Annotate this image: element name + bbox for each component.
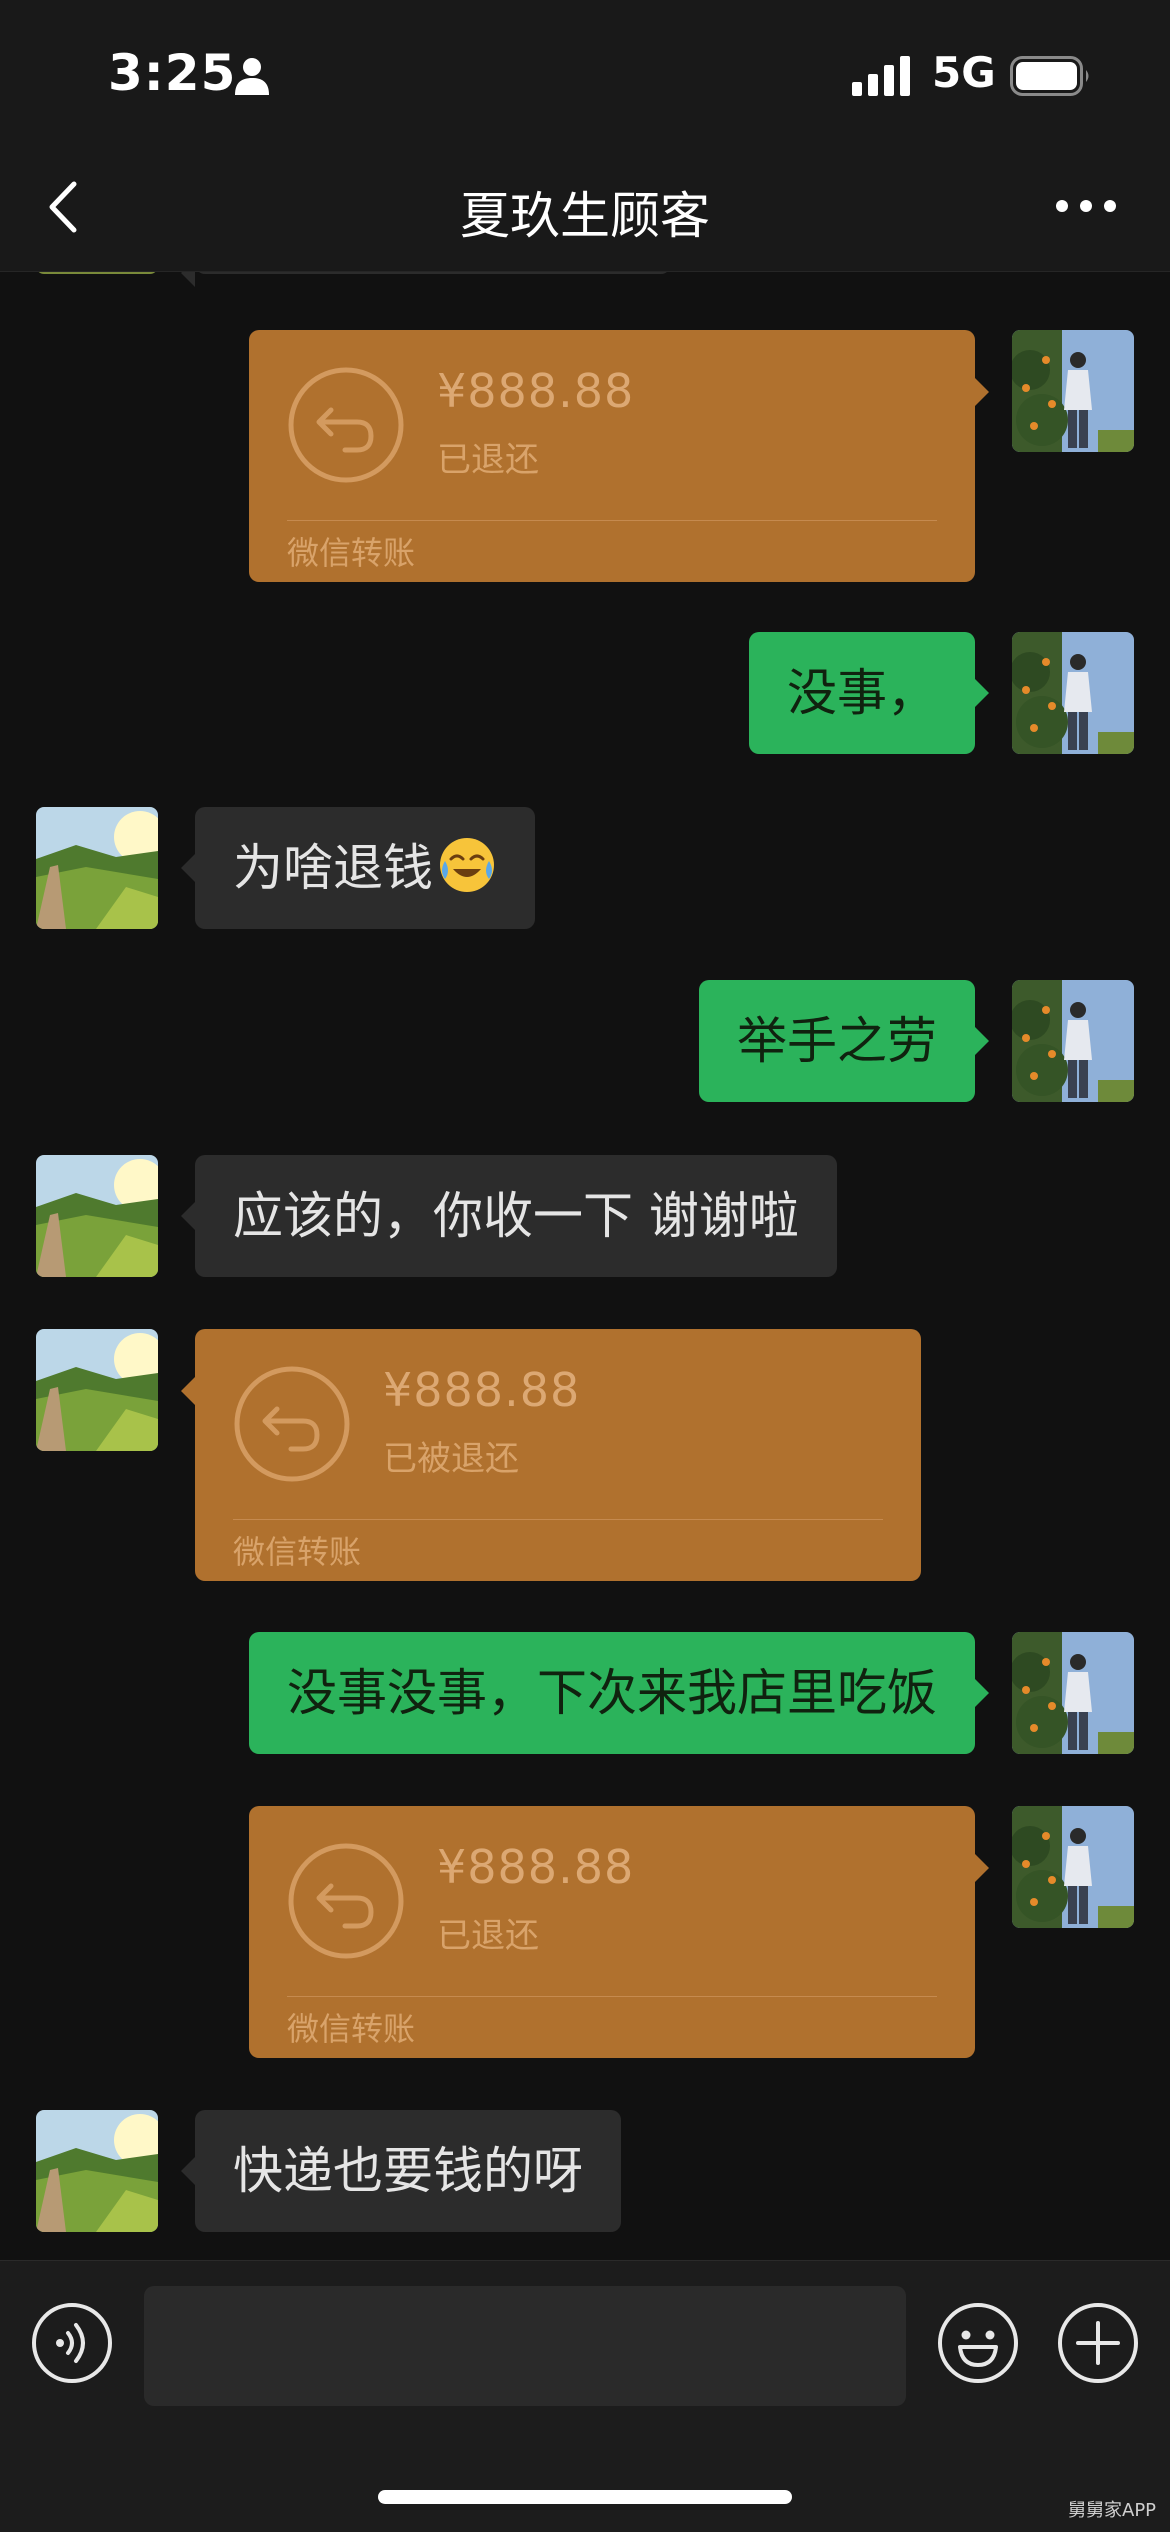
avatar-orchard-image [1012,1632,1134,1754]
message-row: ¥888.88 已被退还 微信转账 [0,1329,1170,1581]
transfer-status: 已退还 [437,440,539,480]
avatar-self[interactable] [1012,1806,1134,1928]
transfer-amount: ¥888.88 [437,364,635,418]
signal-icon [852,56,910,96]
message-row: 应该的，你收一下 谢谢啦 [0,1155,1170,1277]
message-bubble-outgoing[interactable]: 举手之劳 [699,980,989,1102]
transfer-footer: 微信转账 [287,534,416,572]
message-bubble-incoming[interactable]: 应该的，你收一下 谢谢啦 [181,1155,837,1277]
plus-icon[interactable] [1056,2301,1140,2385]
avatar-self[interactable] [1012,980,1134,1102]
transfer-footer: 微信转账 [287,2010,416,2048]
avatar-landscape-image [36,2110,158,2232]
message-text: 为啥退钱 [233,839,433,897]
voice-icon[interactable] [30,2301,114,2385]
transfer-divider [233,1519,883,1520]
message-row: 没事没事，下次来我店里吃饭 [0,1632,1170,1754]
crying-laughing-emoji-icon [440,838,494,892]
avatar-contact[interactable] [36,272,158,274]
nav-bar: 夏玖生顾客 [0,150,1170,272]
avatar-self[interactable] [1012,330,1134,452]
transfer-status: 已被退还 [383,1439,519,1479]
avatar-landscape-image [36,807,158,929]
transfer-footer: 微信转账 [233,1533,362,1571]
message-bubble-incoming[interactable]: 为啥退钱 [181,807,535,929]
avatar-contact[interactable] [36,807,158,929]
message-row-partial [0,272,1170,287]
avatar-orchard-image [1012,632,1134,754]
avatar-landscape-image [36,272,158,274]
avatar-self[interactable] [1012,1632,1134,1754]
avatar-contact[interactable] [36,1155,158,1277]
transfer-card[interactable]: ¥888.88 已退还 微信转账 [249,330,989,582]
transfer-card[interactable]: ¥888.88 已退还 微信转账 [249,1806,989,2058]
home-indicator [378,2490,792,2504]
more-dots-icon[interactable] [1046,180,1126,232]
message-row: 没事， [0,632,1170,754]
transfer-status: 已退还 [437,1916,539,1956]
message-bubble-outgoing[interactable]: 没事， [749,632,989,754]
refund-icon [234,1366,350,1482]
avatar-landscape-image [36,1155,158,1277]
person-icon [235,58,269,95]
watermark: 舅舅家APP [1068,2500,1157,2521]
message-bubble-outgoing[interactable]: 没事没事，下次来我店里吃饭 [249,1632,989,1754]
message-bubble-incoming[interactable]: 快递也要钱的呀 [181,2110,621,2232]
network-label: 5G [932,48,996,97]
message-row: 举手之劳 [0,980,1170,1102]
status-time: 3:25 [108,44,237,102]
transfer-divider [287,1996,937,1997]
refund-icon [288,1843,404,1959]
message-row: ¥888.88 已退还 微信转账 [0,330,1170,582]
message-bubble-partial [181,272,671,287]
status-bar: 3:25 5G [0,0,1170,150]
avatar-orchard-image [1012,330,1134,452]
message-row: 快递也要钱的呀 [0,2110,1170,2232]
message-row: ¥888.88 已退还 微信转账 [0,1806,1170,2058]
transfer-card[interactable]: ¥888.88 已被退还 微信转账 [181,1329,921,1581]
chat-area[interactable]: ¥888.88 已退还 微信转账 没事， 为啥退钱 举手之劳 应该的，你收一下 … [0,272,1170,2260]
transfer-amount: ¥888.88 [383,1363,581,1417]
emoji-icon[interactable] [936,2301,1020,2385]
refund-icon [288,367,404,483]
avatar-orchard-image [1012,980,1134,1102]
transfer-divider [287,520,937,521]
battery-icon [1010,56,1089,96]
avatar-orchard-image [1012,1806,1134,1928]
avatar-self[interactable] [1012,632,1134,754]
chat-title: 夏玖生顾客 [460,187,710,245]
transfer-amount: ¥888.88 [437,1840,635,1894]
message-row: 为啥退钱 [0,807,1170,929]
avatar-landscape-image [36,1329,158,1451]
message-input[interactable] [144,2286,906,2406]
avatar-contact[interactable] [36,2110,158,2232]
avatar-contact[interactable] [36,1329,158,1451]
